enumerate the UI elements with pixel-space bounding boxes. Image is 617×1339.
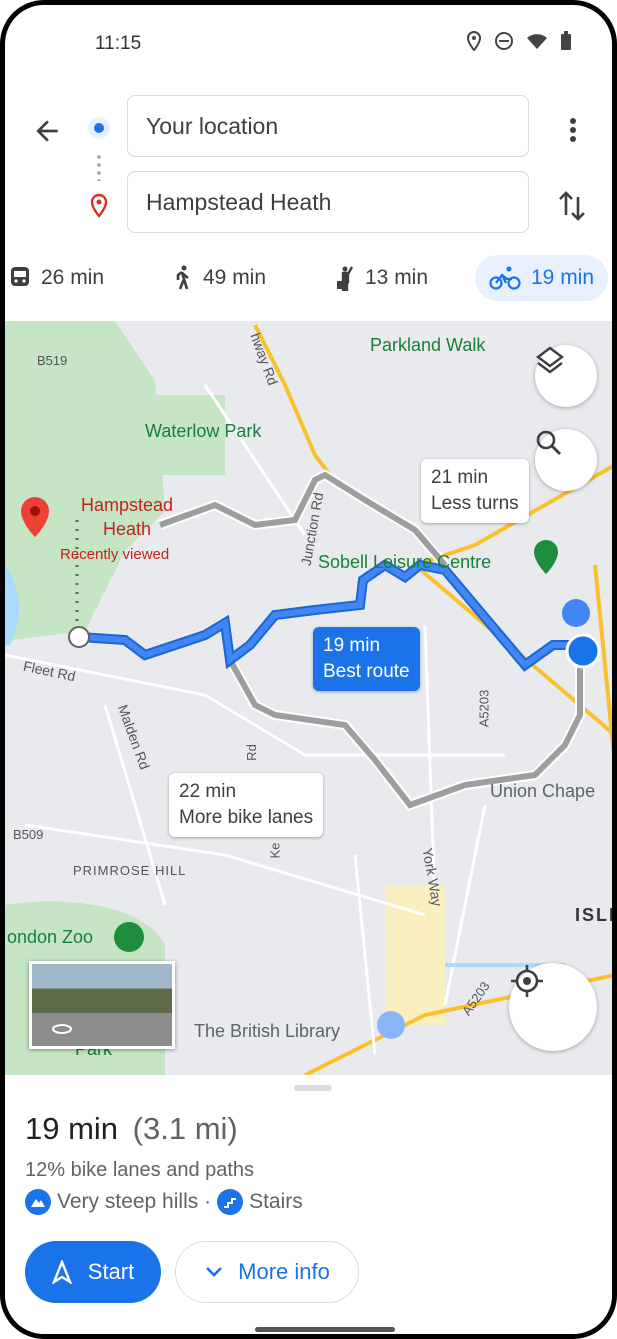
steep-hills-icon (25, 1189, 51, 1215)
phone-screen: 11:15 Your location Hampstead Heath 26 m… (0, 0, 617, 1339)
drag-handle[interactable] (294, 1085, 332, 1091)
route-summary-sheet: 19 min (3.1 mi) 12% bike lanes and paths… (5, 1075, 612, 1334)
map-label: Rd (243, 744, 259, 761)
navigation-arrow-icon (51, 1260, 72, 1284)
tab-ride-hail[interactable]: 13 min (321, 255, 442, 301)
back-arrow-icon[interactable] (31, 115, 63, 147)
start-point-icon (68, 626, 90, 648)
chevron-down-icon (206, 1267, 223, 1277)
map-label: Ke (267, 842, 283, 859)
map-label: B519 (37, 353, 68, 368)
route-time: 22 min (179, 781, 237, 802)
clock: 11:15 (95, 33, 142, 54)
battery-icon (561, 31, 571, 50)
tab-walk[interactable]: 49 min (159, 255, 280, 301)
layers-icon (536, 346, 564, 374)
map-label: Union Chape (490, 781, 596, 801)
stairs-icon (217, 1189, 244, 1215)
tab-bike[interactable]: 19 min (475, 255, 609, 301)
map-label: The British Library (194, 1021, 341, 1041)
more-info-label: More info (238, 1259, 330, 1284)
route-note: More bike lanes (179, 807, 314, 828)
route-callout-best[interactable]: 19 min Best route (313, 627, 420, 691)
gesture-nav-bar[interactable] (255, 1327, 395, 1332)
route-callout-less-turns[interactable]: 21 min Less turns (421, 459, 529, 523)
route-summary-title: 19 min (3.1 mi) (25, 1111, 238, 1147)
map-label: Waterlow Park (145, 421, 262, 441)
more-info-button[interactable]: More info (175, 1241, 359, 1303)
my-location-icon (511, 965, 543, 997)
map-label: Recently viewed (60, 546, 170, 563)
start-button[interactable]: Start (25, 1241, 161, 1303)
route-warnings: Very steep hills · Stairs (25, 1189, 303, 1215)
swap-icon[interactable] (557, 189, 587, 223)
map-label: Hampstead Heath (80, 495, 174, 539)
street-view-rotate-icon (52, 1024, 72, 1034)
travel-mode-tabs: 26 min 49 min 13 min 19 min (5, 251, 612, 303)
zoo-icon (114, 922, 144, 952)
location-icon (466, 31, 482, 51)
tab-label: 19 min (531, 266, 595, 289)
summary-time: 19 min (25, 1111, 119, 1146)
origin-dot-icon (88, 117, 110, 139)
map-label: ISLI (575, 905, 617, 925)
layers-button[interactable] (535, 345, 597, 407)
toilets-icon (562, 599, 590, 627)
origin-input[interactable]: Your location (127, 95, 529, 157)
map-label: A5203 (476, 689, 492, 728)
more-options-icon[interactable] (563, 115, 583, 145)
destination-input[interactable]: Hampstead Heath (127, 171, 529, 233)
walk-icon (176, 265, 189, 290)
tab-label: 49 min (203, 266, 267, 289)
route-dots (97, 153, 101, 181)
warning-stairs: Stairs (249, 1190, 303, 1213)
route-time: 21 min (431, 467, 489, 488)
recenter-button[interactable] (509, 963, 597, 1051)
search-button[interactable] (535, 429, 597, 491)
search-icon (536, 430, 562, 456)
tab-transit[interactable]: 26 min (5, 255, 118, 301)
start-label: Start (87, 1259, 135, 1284)
wifi-icon (527, 34, 547, 49)
bike-icon (489, 266, 521, 290)
current-location-bike-icon (565, 633, 601, 669)
tab-label: 26 min (41, 266, 105, 289)
route-note: Less turns (431, 493, 519, 514)
tab-label: 13 min (365, 266, 429, 289)
street-view-thumbnail[interactable] (29, 961, 175, 1049)
route-note: Best route (323, 661, 410, 682)
summary-distance: (3.1 mi) (132, 1111, 238, 1146)
do-not-disturb-icon (495, 32, 513, 50)
status-bar: 11:15 (95, 31, 572, 57)
map-label: B509 (13, 827, 44, 842)
map-label: ondon Zoo (7, 927, 94, 947)
map[interactable]: Parkland Walk Waterlow Park Hampstead He… (5, 321, 617, 1075)
warning-steep-hills: Very steep hills · (57, 1190, 212, 1213)
ride-hail-icon (337, 266, 354, 291)
bike-lanes-info: 12% bike lanes and paths (25, 1159, 255, 1181)
route-callout-more-bike-lanes[interactable]: 22 min More bike lanes (169, 773, 324, 837)
train-icon (11, 267, 29, 286)
destination-pin-icon (90, 193, 108, 218)
map-label: Parkland Walk (370, 335, 486, 355)
map-label[interactable]: Sobell Leisure Centre (318, 552, 491, 573)
map-label: PRIMROSE HILL (73, 863, 187, 878)
route-time: 19 min (323, 635, 381, 656)
library-icon (377, 1011, 405, 1039)
